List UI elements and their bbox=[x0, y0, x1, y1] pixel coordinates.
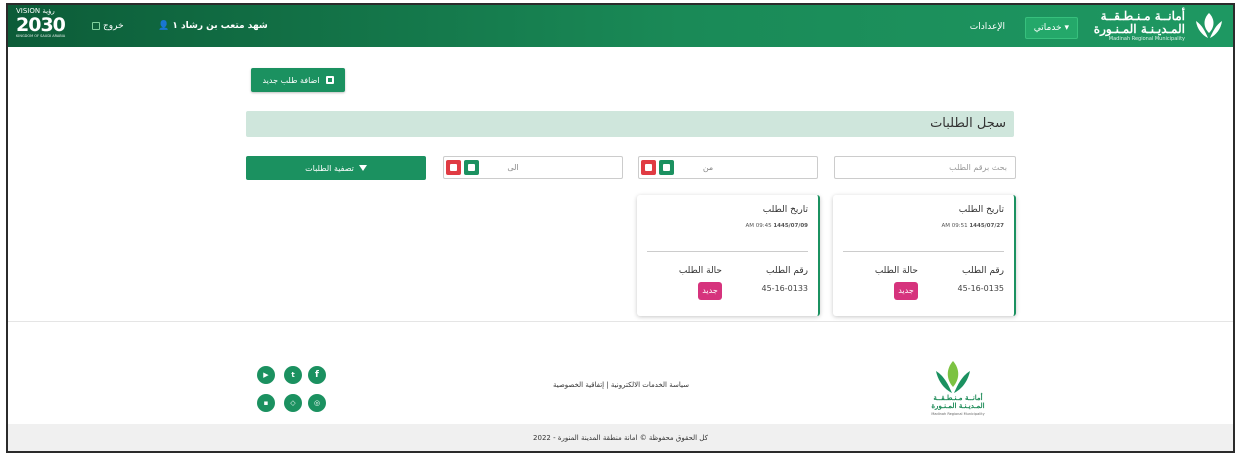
request-date: 1445/07/27 bbox=[969, 223, 1004, 229]
twitter-icon[interactable]: t bbox=[284, 366, 302, 384]
brand-line-3: Madinah Regional Municipality bbox=[1108, 36, 1185, 42]
page-title: سجل الطلبات bbox=[930, 116, 1006, 131]
page-title-bar: سجل الطلبات bbox=[246, 111, 1014, 137]
facebook-icon[interactable]: f bbox=[308, 366, 326, 384]
card-divider bbox=[843, 251, 1004, 252]
request-number: 45-16-0135 bbox=[957, 284, 1005, 293]
add-request-label: اضافة طلب جديد bbox=[262, 75, 320, 85]
request-card[interactable]: تاريخ الطلب AM 09:51 1445/07/27 رقم الطل… bbox=[833, 195, 1016, 316]
filter-requests-button[interactable]: تصفية الطلبات bbox=[246, 156, 426, 180]
top-navbar: أمانــة مـنـطـقــة المـديـنـة المـنـورة … bbox=[8, 5, 1233, 47]
plus-square-icon bbox=[325, 76, 334, 84]
youtube-icon[interactable]: ▶ bbox=[257, 366, 275, 384]
request-date: 1445/07/09 bbox=[773, 223, 808, 229]
request-status-label: حالة الطلب bbox=[678, 266, 722, 276]
footer-policy-links[interactable]: سياسة الخدمات الالكترونية | إتفاقية الخص… bbox=[553, 381, 689, 389]
copyright-text: كل الحقوق محفوظة © امانة منطقة المدينة ا… bbox=[533, 434, 708, 442]
snapchat-icon[interactable]: ◇ bbox=[284, 394, 302, 412]
logout-label: خروج bbox=[103, 21, 124, 31]
date-from-label: من bbox=[702, 163, 714, 172]
request-status-label: حالة الطلب bbox=[874, 266, 918, 276]
user-name-text: شهد متعب بن رشاد ١ bbox=[172, 21, 268, 31]
vision-line-3: KINGDOM OF SAUDI ARABIA bbox=[16, 34, 66, 38]
request-number-label: رقم الطلب bbox=[962, 266, 1004, 276]
my-services-dropdown[interactable]: خدماتي ▾ bbox=[1024, 17, 1078, 39]
request-number: 45-16-0133 bbox=[761, 284, 809, 293]
linkedin-icon[interactable]: ▪ bbox=[257, 394, 275, 412]
request-date-value: AM 09:51 1445/07/27 bbox=[942, 223, 1005, 229]
logout-icon bbox=[92, 22, 100, 30]
date-from-field[interactable]: من bbox=[638, 156, 818, 179]
vision-2030-logo: VISION رؤية 2030 KINGDOM OF SAUDI ARABIA bbox=[16, 7, 82, 45]
footer-brand-line-3: Madinah Regional Municipality bbox=[931, 412, 985, 416]
footer-brand: أمانــة مـنـطـقــة المـديـنـة المـنـورة … bbox=[923, 394, 993, 418]
status-badge: جديد bbox=[698, 282, 722, 300]
request-number-label: رقم الطلب bbox=[766, 266, 808, 276]
request-time: AM 09:51 bbox=[941, 223, 968, 229]
logout-link[interactable]: خروج bbox=[92, 21, 124, 31]
request-time: AM 09:45 bbox=[745, 223, 772, 229]
add-new-request-button[interactable]: اضافة طلب جديد bbox=[251, 68, 345, 92]
vision-line-2: 2030 bbox=[16, 14, 66, 36]
user-name[interactable]: 👤 شهد متعب بن رشاد ١ bbox=[158, 21, 268, 31]
status-badge: جديد bbox=[894, 282, 918, 300]
instagram-icon[interactable]: ◎ bbox=[308, 394, 326, 412]
request-date-label: تاريخ الطلب bbox=[958, 205, 1004, 215]
footer-divider bbox=[8, 321, 1233, 322]
request-card[interactable]: تاريخ الطلب AM 09:45 1445/07/09 رقم الطل… bbox=[637, 195, 820, 316]
funnel-icon bbox=[358, 165, 367, 171]
copyright-bar: كل الحقوق محفوظة © امانة منطقة المدينة ا… bbox=[8, 424, 1233, 451]
filter-button-label: تصفية الطلبات bbox=[305, 163, 354, 173]
madinah-logo-icon bbox=[1196, 13, 1222, 38]
user-icon: 👤 bbox=[158, 21, 170, 31]
card-divider bbox=[647, 251, 808, 252]
footer-brand-line-2: المـديـنـة المـنـورة bbox=[931, 401, 985, 410]
brand-line-2: المـديـنـة المـنـورة bbox=[1093, 22, 1185, 36]
date-to-field[interactable]: الى bbox=[443, 156, 623, 179]
date-to-label: الى bbox=[507, 163, 519, 172]
request-date-value: AM 09:45 1445/07/09 bbox=[746, 223, 809, 229]
request-date-label: تاريخ الطلب bbox=[762, 205, 808, 215]
browser-page: أمانــة مـنـطـقــة المـديـنـة المـنـورة … bbox=[6, 3, 1235, 453]
header-brand[interactable]: أمانــة مـنـطـقــة المـديـنـة المـنـورة … bbox=[1094, 10, 1185, 43]
settings-link[interactable]: الإعدادات bbox=[970, 22, 1005, 32]
request-number-search-input[interactable]: بحث برقم الطلب bbox=[834, 156, 1016, 179]
